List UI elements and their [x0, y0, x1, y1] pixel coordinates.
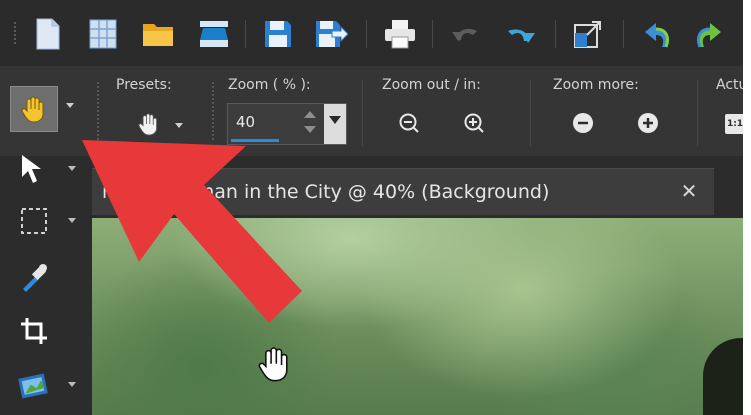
- paint-app-window: Presets: Zoom ( % ): 40 Zoom out / in: Z…: [0, 0, 751, 415]
- screenshot-border: [743, 0, 751, 415]
- annotation-arrow: [82, 140, 302, 323]
